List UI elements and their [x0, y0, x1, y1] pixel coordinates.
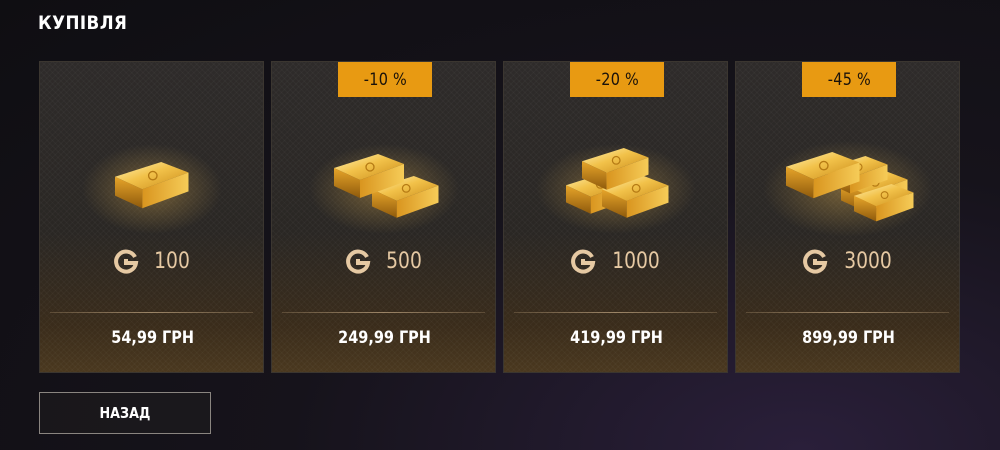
gold-amount: 3000 — [843, 248, 892, 274]
price-label: 54,99 ГРН — [111, 328, 194, 348]
price-label: 249,99 ГРН — [338, 328, 431, 348]
discount-badge: -20 % — [570, 62, 664, 97]
gold-amount: 100 — [153, 248, 190, 274]
offer-card-100[interactable]: 100 54,99 ГРН — [39, 61, 264, 373]
offer-card-1000[interactable]: -20 % 1000 419,99 ГРН — [503, 61, 728, 373]
price-label: 419,99 ГРН — [570, 328, 663, 348]
gold-coin-icon — [113, 249, 138, 274]
gold-coin-icon — [802, 249, 827, 274]
gold-amount-row: 100 — [40, 245, 265, 277]
gold-coin-icon — [345, 249, 370, 274]
divider — [282, 312, 485, 313]
divider — [50, 312, 253, 313]
gold-bar-icon — [82, 144, 222, 234]
price-label: 899,99 ГРН — [802, 328, 895, 348]
gold-bars-icon — [763, 141, 933, 237]
discount-badge: -10 % — [338, 62, 432, 97]
offers-grid: 100 54,99 ГРН -10 % 500 249,99 ГРН -20 % — [39, 61, 962, 373]
gold-amount-row: 500 — [272, 245, 497, 277]
gold-coin-icon — [570, 249, 595, 274]
gold-amount-row: 3000 — [736, 245, 961, 277]
offer-card-500[interactable]: -10 % 500 249,99 ГРН — [271, 61, 496, 373]
offer-card-3000[interactable]: -45 % 3000 899,99 ГРН — [735, 61, 960, 373]
discount-badge: -45 % — [802, 62, 896, 97]
gold-bars-icon — [536, 144, 696, 234]
divider — [514, 312, 717, 313]
gold-bars-icon — [309, 144, 459, 234]
page-title: КУПІВЛЯ — [38, 12, 128, 34]
gold-amount-row: 1000 — [504, 245, 729, 277]
divider — [746, 312, 949, 313]
gold-amount: 1000 — [611, 248, 660, 274]
gold-amount: 500 — [385, 248, 422, 274]
back-button[interactable]: НАЗАД — [39, 392, 211, 434]
